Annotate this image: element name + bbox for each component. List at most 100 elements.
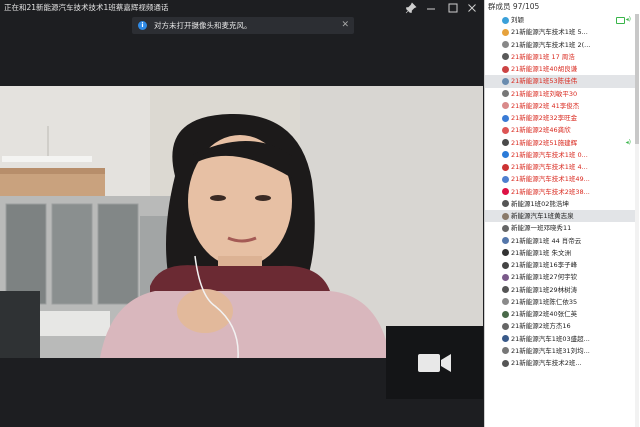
scrollbar-thumb[interactable] xyxy=(635,14,639,144)
member-name: 21新能源1班40胡良谦 xyxy=(511,65,578,73)
member-row[interactable]: 21新能源汽车1班03盛超... xyxy=(485,333,635,345)
notice-close-icon[interactable]: ✕ xyxy=(341,17,349,34)
member-name: 21新能源1班 朱文洲 xyxy=(511,248,571,257)
member-panel-header: 群成员 97/105 xyxy=(485,0,640,14)
member-row[interactable]: 21新能源1班刘敏平30 xyxy=(485,88,635,100)
avatar xyxy=(502,298,509,306)
member-name: 21新能源2班51施建辉 xyxy=(511,138,578,147)
avatar xyxy=(502,237,509,244)
member-row[interactable]: 21新能源1班陈仁依35 xyxy=(485,296,635,308)
avatar xyxy=(502,310,509,318)
member-name: 21新能源1班53陈佳伟 xyxy=(511,77,578,86)
member-name: 21新能源2班32李旺金 xyxy=(511,114,578,122)
member-name: 21新能源2班46龚欣 xyxy=(511,126,571,135)
avatar xyxy=(502,273,509,281)
avatar xyxy=(502,212,509,220)
member-row[interactable]: 21新能源2班46龚欣 xyxy=(485,124,635,136)
member-panel: 群成员 97/105 刘颖 ◂) 21新能源汽车技术1班 5... 21新能源汽车技术… xyxy=(484,0,640,427)
member-row[interactable]: 21新能源汽车技术2班38... xyxy=(485,186,635,198)
avatar xyxy=(502,224,509,232)
video-call-area: 正在和21新能源汽车技术技术1班蔡嘉辉视频通话 i 对方未打开摄像头和麦克风。 … xyxy=(0,0,483,427)
avatar xyxy=(502,114,509,122)
speaker-icon: ◂) xyxy=(625,16,631,23)
member-name: 21新能源2班40张仁英 xyxy=(511,310,578,318)
member-row[interactable]: 21新能源1班 朱文洲 xyxy=(485,247,635,259)
avatar xyxy=(502,335,509,342)
member-count: 群成员 97/105 xyxy=(488,2,540,11)
member-name: 21新能源1班27何宇钦 xyxy=(511,273,578,282)
member-row[interactable]: 21新能源1班 17 周浩 xyxy=(485,51,635,63)
member-name: 21新能源汽车1班03盛超... xyxy=(511,334,590,343)
member-row[interactable]: 21新能源2班40张仁英 xyxy=(485,308,635,320)
avatar xyxy=(502,200,509,208)
member-list: 刘颖 ◂) 21新能源汽车技术1班 5... 21新能源汽车技术1班 2(... 21新… xyxy=(485,14,635,369)
avatar xyxy=(502,286,509,293)
member-row[interactable]: 刘颖 ◂) xyxy=(485,14,635,26)
member-row[interactable]: 21新能源1班27何宇钦 xyxy=(485,271,635,283)
minimize-icon[interactable] xyxy=(425,2,437,14)
avatar xyxy=(502,188,509,195)
avatar xyxy=(502,175,509,183)
member-name: 21新能源2班 41李俊杰 xyxy=(511,101,580,110)
member-name: 21新能源汽车技术1班49... xyxy=(511,175,590,184)
notice-message: 对方未打开摄像头和麦克风。 xyxy=(154,21,252,30)
avatar xyxy=(502,261,509,269)
member-row[interactable]: 新能源一班邓晓秀11 xyxy=(485,222,635,234)
member-row[interactable]: 21新能源1班16李子峰 xyxy=(485,259,635,271)
maximize-icon[interactable] xyxy=(447,2,459,14)
member-name: 21新能源2班方杰16 xyxy=(511,322,571,331)
member-row[interactable]: 新能源1班02熊浩坤 xyxy=(485,198,635,210)
member-scrollbar[interactable] xyxy=(635,14,639,427)
member-name: 21新能源1班 44 肖帝云 xyxy=(511,236,582,245)
avatar xyxy=(502,126,509,134)
member-name: 21新能源汽车技术1班 0... xyxy=(511,150,588,159)
member-row[interactable]: 21新能源1班40胡良谦 xyxy=(485,63,635,75)
camera-off-icon xyxy=(417,352,453,378)
avatar xyxy=(502,90,509,97)
window-title: 正在和21新能源汽车技术技术1班蔡嘉辉视频通话 xyxy=(4,3,169,12)
member-name: 21新能源1班16李子峰 xyxy=(511,261,578,269)
member-name: 新能源一班邓晓秀11 xyxy=(511,224,572,233)
member-name: 21新能源1班 17 周浩 xyxy=(511,52,575,61)
avatar xyxy=(502,28,509,36)
member-name: 21新能源汽车技术1班 2(... xyxy=(511,40,591,49)
member-row[interactable]: 新能源汽车1班黄志泉 xyxy=(485,210,635,223)
camera-off-notice: i 对方未打开摄像头和麦克风。 ✕ xyxy=(132,17,354,34)
video-frame-illustration xyxy=(0,86,483,358)
member-row[interactable]: 21新能源汽车1班31刘均... xyxy=(485,345,635,357)
info-icon: i xyxy=(138,21,147,30)
member-row[interactable]: 21新能源汽车技术1班 0... xyxy=(485,149,635,161)
member-row[interactable]: 21新能源2班方杰16 xyxy=(485,320,635,332)
avatar xyxy=(502,16,509,24)
member-row[interactable]: 21新能源2班51施建辉 ◂) xyxy=(485,137,635,149)
avatar xyxy=(502,77,509,85)
remote-video xyxy=(0,86,483,358)
avatar xyxy=(502,102,509,110)
avatar xyxy=(502,139,509,146)
member-row[interactable]: 21新能源汽车技术1班49... xyxy=(485,173,635,185)
member-row[interactable]: 21新能源汽车技术1班 5... xyxy=(485,26,635,38)
speaker-icon: ◂) xyxy=(625,138,631,146)
pin-icon[interactable] xyxy=(405,2,417,14)
member-name: 21新能源汽车技术2班38... xyxy=(511,187,590,196)
video-icon xyxy=(616,17,625,24)
avatar xyxy=(502,65,509,73)
member-name: 21新能源汽车技术2班... xyxy=(511,359,582,367)
member-name: 21新能源1班29林树涛 xyxy=(511,285,578,294)
member-row[interactable]: 21新能源2班32李旺金 xyxy=(485,112,635,124)
member-name: 刘颖 xyxy=(511,16,524,24)
member-row[interactable]: 21新能源1班29林树涛 xyxy=(485,284,635,296)
member-name: 21新能源汽车技术1班 4... xyxy=(511,163,588,171)
member-name: 21新能源1班陈仁依35 xyxy=(511,297,578,306)
member-row[interactable]: 21新能源汽车技术1班 2(... xyxy=(485,39,635,51)
member-name: 新能源汽车1班黄志泉 xyxy=(511,212,574,220)
close-icon[interactable] xyxy=(466,2,478,14)
member-name: 21新能源汽车1班31刘均... xyxy=(511,346,590,355)
avatar xyxy=(502,163,509,171)
member-row[interactable]: 21新能源1班 44 肖帝云 xyxy=(485,235,635,247)
member-row[interactable]: 21新能源2班 41李俊杰 xyxy=(485,100,635,112)
member-row[interactable]: 21新能源1班53陈佳伟 xyxy=(485,75,635,88)
member-row[interactable]: 21新能源汽车技术1班 4... xyxy=(485,161,635,173)
member-row[interactable]: 21新能源汽车技术2班... xyxy=(485,357,635,369)
avatar xyxy=(502,347,509,355)
